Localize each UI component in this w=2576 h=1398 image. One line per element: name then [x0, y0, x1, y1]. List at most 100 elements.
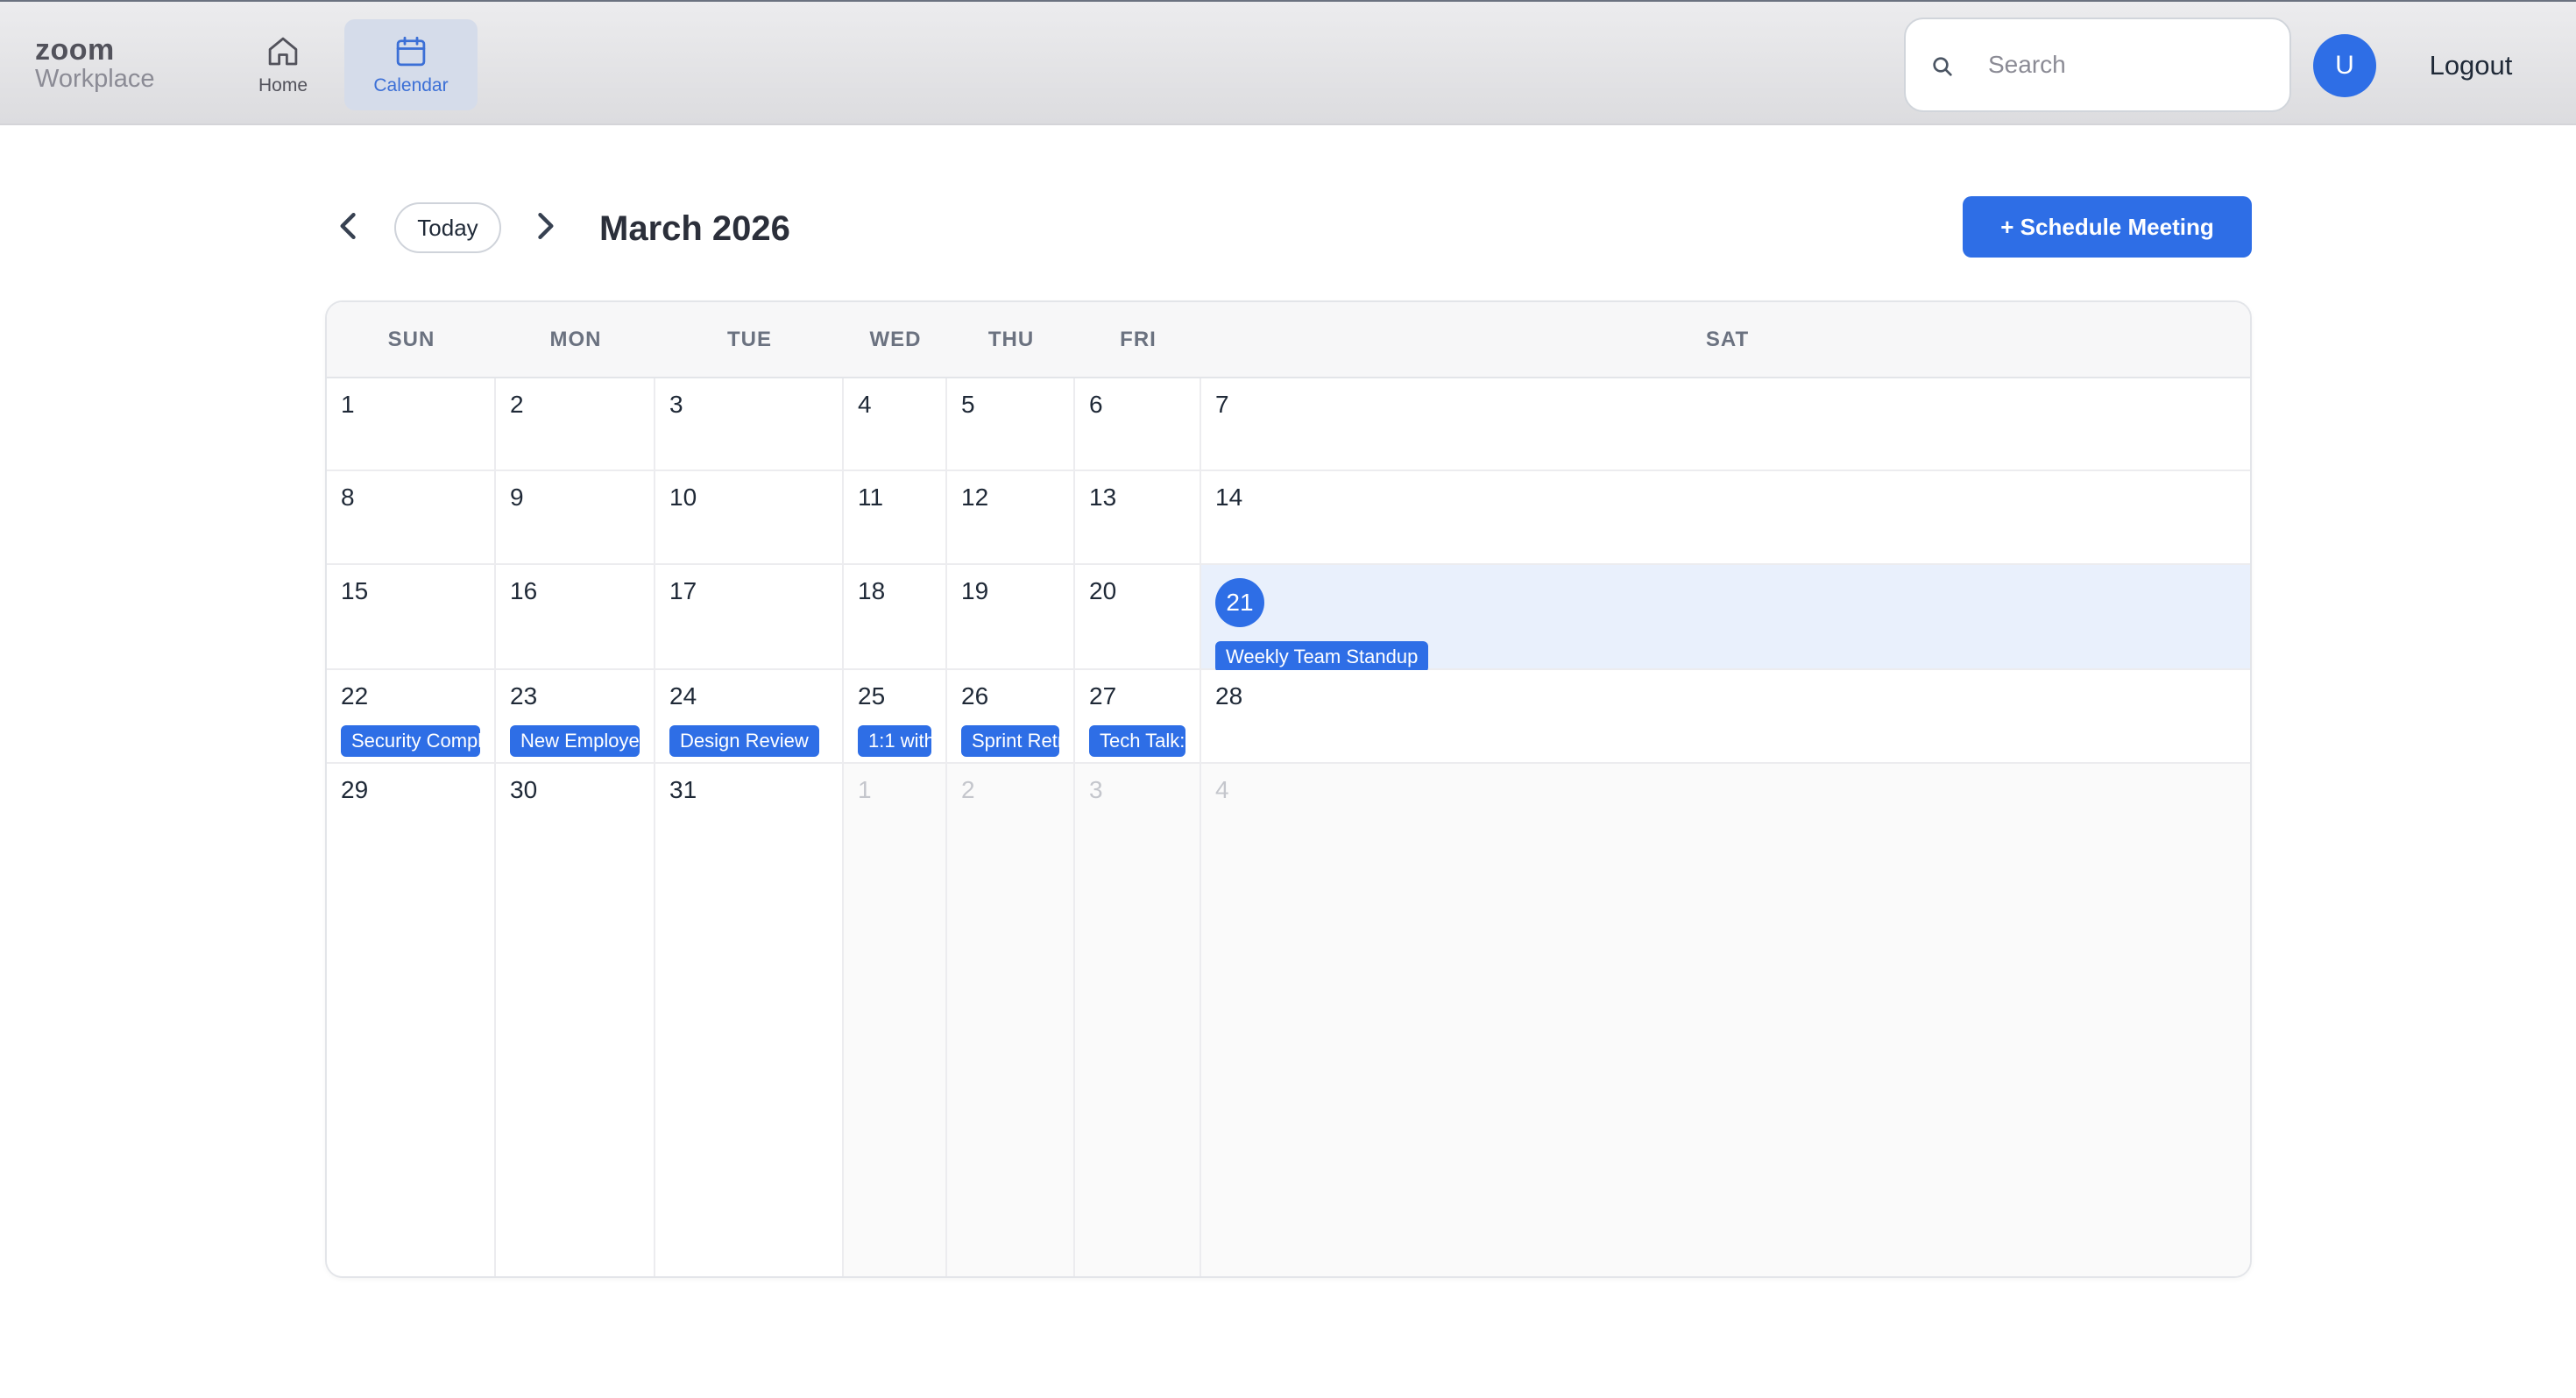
- logo-main-text: zoom: [35, 33, 115, 67]
- day-number: 18: [858, 577, 886, 604]
- day-cell[interactable]: 18: [844, 565, 947, 670]
- day-number: 6: [1089, 391, 1103, 418]
- search-box[interactable]: [1904, 18, 2291, 112]
- day-number: 4: [1215, 776, 1229, 803]
- day-cell-other-month[interactable]: 4: [1201, 764, 2250, 1276]
- day-cell[interactable]: 24Design ReviewBackend Architecture Disc…: [655, 670, 844, 795]
- month-calendar-grid: SUN MON TUE WED THU FRI SAT 1 2 3 4 5 6 7 8 9 10 11 12 13 1…: [325, 300, 2252, 1278]
- schedule-meeting-button[interactable]: + Schedule Meeting: [1963, 196, 2252, 258]
- day-cell[interactable]: 2: [496, 378, 655, 471]
- user-avatar[interactable]: U: [2313, 34, 2376, 97]
- day-number: 16: [510, 577, 538, 604]
- day-cell[interactable]: 26 Sprint Retrospective: [947, 670, 1075, 764]
- logo-sub-text: Workplace: [35, 65, 155, 93]
- app-logo[interactable]: zoom Workplace: [35, 35, 154, 92]
- event-chip[interactable]: Sprint Retrospective: [961, 725, 1059, 757]
- event-chip[interactable]: Design Review: [669, 725, 819, 757]
- day-cell[interactable]: 10: [655, 471, 844, 565]
- day-cell[interactable]: 1: [327, 378, 496, 471]
- day-number: 17: [669, 577, 697, 604]
- day-cell[interactable]: 9: [496, 471, 655, 565]
- weekday-header-sun: SUN: [387, 327, 435, 351]
- day-cell[interactable]: 7: [1201, 378, 2250, 471]
- day-cell-other-month[interactable]: 2: [947, 764, 1075, 1276]
- day-number: 26: [961, 682, 989, 710]
- day-cell[interactable]: 28: [1201, 670, 2250, 764]
- top-bar: zoom Workplace Home Calendar U Logout: [0, 0, 2576, 125]
- nav-calendar-label: Calendar: [373, 75, 449, 95]
- weekday-header-mon: MON: [549, 327, 602, 351]
- day-number: 24: [669, 682, 697, 710]
- event-chip[interactable]: Weekly Team Standup: [1215, 641, 1429, 673]
- day-cell[interactable]: 5: [947, 378, 1075, 471]
- logout-button[interactable]: Logout: [2401, 44, 2541, 88]
- weekday-header-sat: SAT: [1705, 327, 1750, 351]
- weekday-header-wed: WED: [869, 327, 922, 351]
- day-cell[interactable]: 4: [844, 378, 947, 471]
- day-cell[interactable]: 22Security Compliance TrainingSprint Pla…: [327, 670, 496, 795]
- day-cell-other-month[interactable]: 1: [844, 764, 947, 1276]
- day-number: 5: [961, 391, 975, 418]
- chevron-left-icon[interactable]: [329, 207, 368, 245]
- search-input[interactable]: [1986, 37, 2275, 93]
- day-cell[interactable]: 6: [1075, 378, 1201, 471]
- day-number: 12: [961, 484, 989, 511]
- day-number: 2: [961, 776, 975, 803]
- search-icon: [1933, 57, 1952, 76]
- day-number: 22: [341, 682, 369, 710]
- day-number: 9: [510, 484, 524, 511]
- day-cell[interactable]: 23New Employee OnboardingCode Review Ses…: [496, 670, 655, 795]
- day-cell[interactable]: 8: [327, 471, 496, 565]
- day-number: 20: [1089, 577, 1117, 604]
- day-cell[interactable]: 19: [947, 565, 1075, 670]
- day-number: 11: [858, 484, 884, 511]
- day-cell[interactable]: 16: [496, 565, 655, 670]
- day-cell-today[interactable]: 21Weekly Team StandupVirtueAI Team Discu…: [1201, 565, 2250, 750]
- event-chip[interactable]: 1:1 with Alice: [858, 725, 931, 757]
- day-number: 14: [1215, 484, 1243, 511]
- day-number: 23: [510, 682, 538, 710]
- day-cell[interactable]: 17: [655, 565, 844, 670]
- day-number: 27: [1089, 682, 1117, 710]
- day-number: 3: [1089, 776, 1103, 803]
- day-cell[interactable]: 3: [655, 378, 844, 471]
- chevron-right-icon[interactable]: [526, 207, 564, 245]
- day-cell[interactable]: 27 Tech Talk: AI Agents: [1075, 670, 1201, 764]
- nav-home[interactable]: Home: [216, 19, 350, 110]
- day-cell[interactable]: 12: [947, 471, 1075, 565]
- day-number: 7: [1215, 391, 1229, 418]
- day-number: 28: [1215, 682, 1243, 710]
- day-cell[interactable]: 20: [1075, 565, 1201, 670]
- day-number: 29: [341, 776, 369, 803]
- day-number: 30: [510, 776, 538, 803]
- day-cell[interactable]: 30: [496, 764, 655, 1276]
- day-number: 1: [858, 776, 872, 803]
- day-cell[interactable]: 251:1 with Alice1:1 with Bob: [844, 670, 947, 795]
- day-cell[interactable]: 31: [655, 764, 844, 1276]
- day-cell[interactable]: 13: [1075, 471, 1201, 565]
- today-day-number: 21: [1215, 578, 1264, 627]
- day-number: 1: [341, 391, 355, 418]
- day-number: 25: [858, 682, 886, 710]
- day-cell-other-month[interactable]: 3: [1075, 764, 1201, 1276]
- today-button[interactable]: Today: [394, 202, 501, 253]
- event-chip[interactable]: New Employee Onboarding: [510, 725, 640, 757]
- day-cell[interactable]: 11: [844, 471, 947, 565]
- calendar-icon: [396, 36, 426, 67]
- day-number: 31: [669, 776, 697, 803]
- weekday-header-tue: TUE: [727, 327, 772, 351]
- event-chip[interactable]: Tech Talk: AI Agents: [1089, 725, 1185, 757]
- day-number: 15: [341, 577, 369, 604]
- nav-calendar[interactable]: Calendar: [344, 19, 478, 110]
- nav-home-label: Home: [258, 75, 308, 95]
- day-number: 4: [858, 391, 872, 418]
- day-number: 2: [510, 391, 524, 418]
- weekday-header-fri: FRI: [1120, 327, 1157, 351]
- day-number: 19: [961, 577, 989, 604]
- event-chip[interactable]: Security Compliance Training: [341, 725, 480, 757]
- day-cell[interactable]: 14: [1201, 471, 2250, 565]
- weekday-header-row: SUN MON TUE WED THU FRI SAT: [327, 302, 2250, 378]
- day-cell[interactable]: 29: [327, 764, 496, 1276]
- day-cell[interactable]: 15: [327, 565, 496, 670]
- day-number: 3: [669, 391, 683, 418]
